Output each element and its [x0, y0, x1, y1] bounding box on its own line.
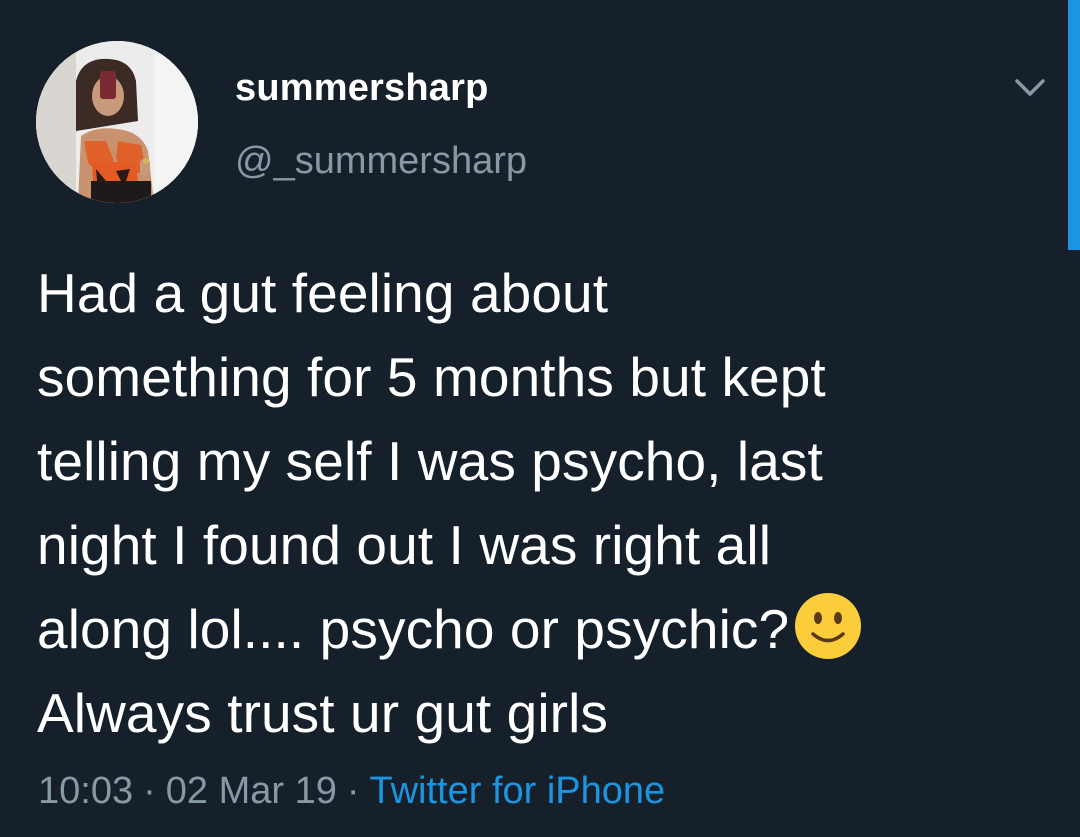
tweet-line-text: along lol.... psycho or psychic?: [37, 598, 790, 660]
tweet-line: Had a gut feeling about: [37, 262, 609, 324]
tweet-source-link[interactable]: Twitter for iPhone: [370, 770, 666, 812]
avatar[interactable]: [36, 41, 198, 203]
tweet-line: something for 5 months but kept: [37, 346, 826, 408]
scrollbar[interactable]: [1068, 0, 1080, 250]
meta-separator: ·: [143, 770, 156, 812]
chevron-down-icon[interactable]: [1013, 75, 1047, 101]
tweet-line: night I found out I was right all: [37, 514, 772, 576]
tweet-line: telling my self I was psycho, last: [37, 430, 823, 492]
tweet-line: along lol.... psycho or psychic?: [37, 587, 1047, 671]
meta-separator: ·: [346, 770, 360, 812]
display-name[interactable]: summersharp: [235, 67, 489, 110]
tweet-card: summersharp @_summersharp Had a gut feel…: [0, 0, 1080, 837]
tweet-time[interactable]: 10:03: [38, 770, 133, 812]
tweet-line: Always trust ur gut girls: [37, 682, 609, 744]
tweet-text: Had a gut feeling about something for 5 …: [37, 251, 1047, 755]
tweet-meta: 10:03 · 02 Mar 19 · Twitter for iPhone: [38, 770, 665, 813]
user-handle[interactable]: @_summersharp: [235, 140, 527, 183]
tweet-date[interactable]: 02 Mar 19: [166, 770, 337, 812]
slightly-smiling-face-icon: [793, 591, 863, 661]
